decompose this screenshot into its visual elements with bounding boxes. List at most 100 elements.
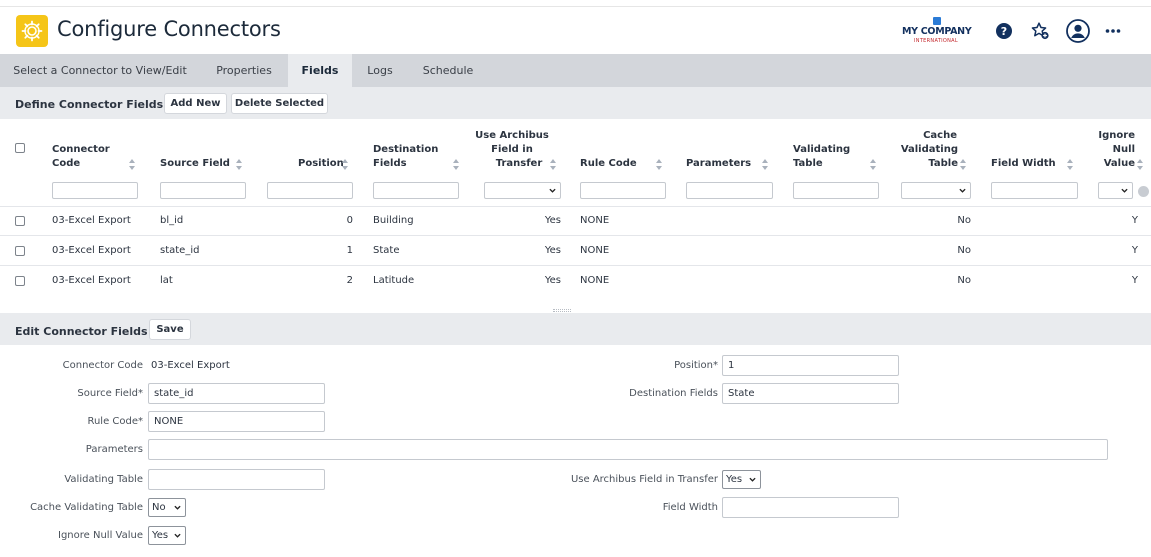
filter-source-field[interactable] — [160, 182, 246, 199]
rule-code-input[interactable]: NONE — [148, 411, 325, 432]
ignore-null-select[interactable]: Yes — [148, 526, 186, 545]
clear-filter-icon[interactable] — [1138, 186, 1149, 197]
cell-position: 0 — [346, 215, 353, 226]
table-row[interactable]: 03-Excel Export lat 2 Latitude Yes NONE … — [0, 266, 1151, 296]
column-header-parameters[interactable]: Parameters — [686, 157, 751, 171]
logo-name: MY COMPANY — [902, 26, 972, 37]
column-header-line: Ignore — [1098, 130, 1135, 141]
gear-icon-svg — [21, 20, 43, 42]
cache-validating-selected: No — [152, 502, 166, 513]
column-header-field-width[interactable]: Field Width — [991, 157, 1056, 171]
filter-ignore-null-select[interactable] — [1098, 182, 1133, 199]
column-header-line: Connector — [52, 144, 110, 155]
help-icon: ? — [996, 23, 1012, 39]
chevron-down-icon — [1121, 188, 1128, 193]
filter-rule-code[interactable] — [580, 182, 666, 199]
table-row[interactable]: 03-Excel Export state_id 1 State Yes NON… — [0, 236, 1151, 266]
filter-cache-validating-select[interactable] — [901, 182, 971, 199]
select-all-checkbox[interactable] — [15, 143, 25, 153]
destination-fields-input[interactable]: State — [722, 383, 899, 404]
position-input[interactable]: 1 — [722, 355, 899, 376]
sort-icon[interactable] — [342, 159, 349, 170]
cell-ignore-null: Y — [1131, 275, 1138, 286]
help-button[interactable]: ? — [992, 19, 1016, 43]
column-header-line: Use Archibus — [475, 130, 549, 141]
sort-icon[interactable] — [762, 159, 769, 170]
cell-rule-code: NONE — [580, 215, 610, 226]
cache-validating-select[interactable]: No — [148, 498, 186, 517]
sort-icon[interactable] — [550, 159, 557, 170]
cell-position: 2 — [346, 275, 353, 286]
sort-icon[interactable] — [453, 159, 460, 170]
company-logo: MY COMPANY INTERNATIONAL — [902, 15, 976, 45]
sort-icon[interactable] — [656, 159, 663, 170]
column-header-source-field[interactable]: Source Field — [160, 157, 230, 171]
sort-icon[interactable] — [1137, 159, 1144, 170]
cell-destination-fields: Latitude — [373, 275, 415, 286]
column-header-rule-code[interactable]: Rule Code — [580, 157, 637, 171]
cell-ignore-null: Y — [1131, 215, 1138, 226]
filter-destination-fields[interactable] — [373, 182, 459, 199]
more-button[interactable] — [1101, 19, 1125, 43]
cell-connector-code: 03-Excel Export — [52, 215, 131, 226]
column-header-ignore-null[interactable]: Ignore Null Value — [1098, 129, 1135, 171]
row-checkbox[interactable] — [15, 246, 25, 256]
source-field-input[interactable]: state_id — [148, 383, 325, 404]
chevron-down-icon — [549, 188, 556, 193]
sort-icon[interactable] — [129, 159, 136, 170]
add-new-button[interactable]: Add New — [164, 93, 227, 114]
delete-selected-button[interactable]: Delete Selected — [231, 93, 328, 114]
connector-code-value: 03-Excel Export — [151, 360, 230, 371]
column-header-cache-validating[interactable]: Cache Validating Table — [900, 129, 958, 171]
filter-validating-table[interactable] — [793, 182, 879, 199]
sort-icon[interactable] — [1067, 159, 1074, 170]
tab-select-connector[interactable]: Select a Connector to View/Edit — [0, 54, 200, 87]
cell-use-archibus: Yes — [544, 275, 561, 286]
filter-connector-code[interactable] — [52, 182, 138, 199]
source-field-label: Source Field* — [77, 388, 143, 399]
panel-resize-handle[interactable] — [553, 309, 571, 312]
tab-logs[interactable]: Logs — [352, 54, 408, 87]
save-button[interactable]: Save — [149, 319, 191, 340]
table-row[interactable]: 03-Excel Export bl_id 0 Building Yes NON… — [0, 206, 1151, 236]
column-header-line: Table — [793, 158, 823, 169]
validating-table-input[interactable] — [148, 469, 325, 490]
page-title: Configure Connectors — [57, 17, 281, 41]
column-header-connector-code[interactable]: Connector Code — [52, 143, 110, 171]
tab-fields[interactable]: Fields — [288, 54, 352, 87]
column-header-line: Fields — [373, 158, 407, 169]
filter-position[interactable] — [267, 182, 353, 199]
column-header-use-archibus[interactable]: Use Archibus Field in Transfer — [474, 129, 550, 171]
user-button[interactable] — [1066, 19, 1090, 43]
use-archibus-select[interactable]: Yes — [722, 470, 761, 489]
cell-cache-validating: No — [957, 275, 971, 286]
sort-icon[interactable] — [960, 159, 967, 170]
validating-table-label: Validating Table — [64, 474, 143, 485]
chevron-down-icon — [749, 477, 756, 482]
more-icon — [1105, 29, 1121, 33]
tab-properties[interactable]: Properties — [200, 54, 288, 87]
row-checkbox[interactable] — [15, 276, 25, 286]
svg-text:?: ? — [1001, 25, 1007, 38]
cell-source-field: state_id — [160, 245, 200, 256]
use-archibus-selected: Yes — [726, 474, 743, 485]
chevron-down-icon — [174, 505, 181, 510]
column-header-line: Validating — [900, 144, 958, 155]
column-header-destination-fields[interactable]: Destination Fields — [373, 143, 438, 171]
cell-rule-code: NONE — [580, 245, 610, 256]
sort-icon[interactable] — [870, 159, 877, 170]
use-archibus-label: Use Archibus Field in Transfer — [570, 474, 718, 485]
filter-use-archibus-select[interactable] — [484, 182, 561, 199]
sort-icon[interactable] — [236, 159, 243, 170]
field-width-input[interactable] — [722, 497, 899, 518]
column-header-validating-table[interactable]: Validating Table — [793, 143, 850, 171]
cell-destination-fields: State — [373, 245, 400, 256]
filter-parameters[interactable] — [686, 182, 773, 199]
favorites-button[interactable] — [1028, 19, 1052, 43]
filter-field-width[interactable] — [991, 182, 1078, 199]
parameters-input[interactable] — [148, 439, 1108, 460]
row-checkbox[interactable] — [15, 216, 25, 226]
column-header-position[interactable]: Position — [298, 157, 344, 171]
connector-fields-grid: Connector Code Source Field Position Des… — [0, 119, 1151, 313]
tab-schedule[interactable]: Schedule — [408, 54, 488, 87]
